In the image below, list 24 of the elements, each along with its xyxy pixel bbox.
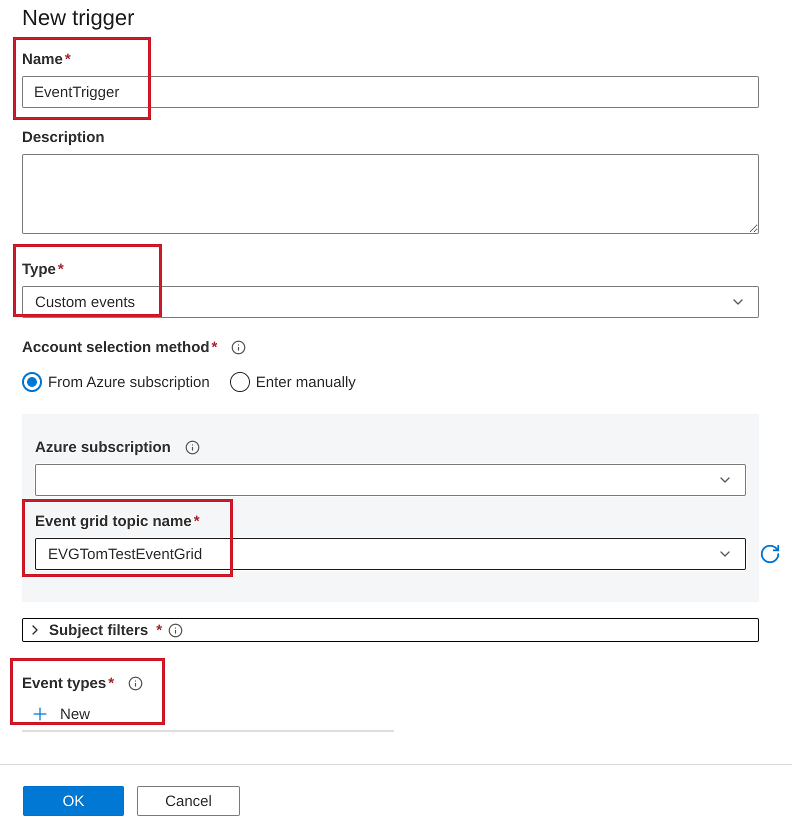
cancel-button[interactable]: Cancel xyxy=(137,786,240,816)
name-field[interactable]: EventTrigger xyxy=(22,76,759,108)
field-label: Account selection method* xyxy=(22,338,218,356)
ok-button[interactable]: OK xyxy=(23,786,124,816)
select-field[interactable] xyxy=(35,464,746,496)
info-icon[interactable] xyxy=(231,340,246,354)
select-field[interactable]: EVGTomTestEventGrid xyxy=(35,538,746,570)
info-icon[interactable] xyxy=(184,440,200,454)
refresh-icon[interactable] xyxy=(759,543,781,565)
field-label: Name* xyxy=(22,50,71,68)
field-label: Azure subscription xyxy=(35,438,171,456)
dialog-title: New trigger xyxy=(22,5,136,31)
subject-filters-expander[interactable]: Subject filters * xyxy=(22,618,759,642)
description-field[interactable] xyxy=(22,154,759,234)
info-icon[interactable] xyxy=(168,622,184,638)
new-button[interactable]: New xyxy=(22,700,98,728)
field-label: Event grid topic name* xyxy=(35,512,200,530)
field-label: Description xyxy=(22,128,105,146)
info-icon[interactable] xyxy=(128,676,144,690)
type-dropdown[interactable]: Custom events xyxy=(22,286,759,318)
radio-option[interactable]: From Azure subscription xyxy=(22,372,210,392)
radio-option[interactable]: Enter manually xyxy=(230,372,356,392)
field-label: Type* xyxy=(22,260,64,278)
field-label: Event types* xyxy=(22,674,114,692)
